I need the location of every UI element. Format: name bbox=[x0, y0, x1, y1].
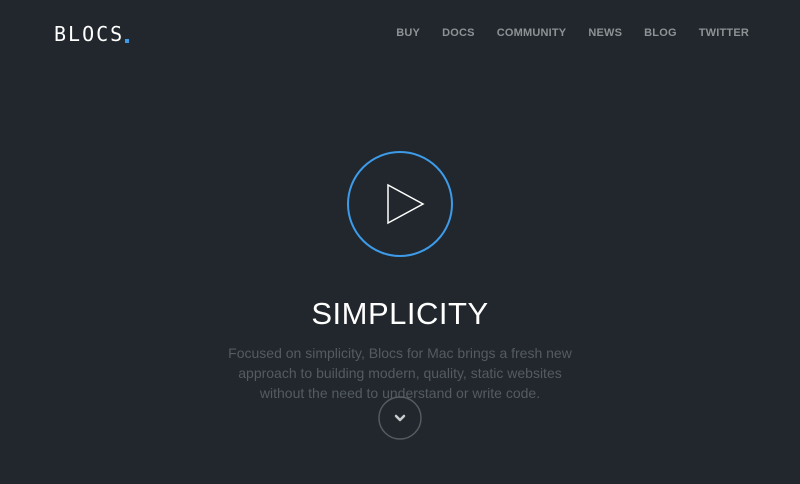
nav-item-blog[interactable]: BLOG bbox=[644, 27, 677, 39]
play-video-button[interactable] bbox=[346, 150, 454, 258]
logo-text: BLOCS bbox=[54, 22, 125, 46]
logo-accent-dot bbox=[125, 39, 130, 43]
nav-item-news[interactable]: NEWS bbox=[588, 27, 622, 39]
nav-item-docs[interactable]: DOCS bbox=[442, 27, 475, 39]
scroll-down-button[interactable] bbox=[378, 396, 422, 440]
hero-description: Focused on simplicity, Blocs for Mac bri… bbox=[228, 345, 572, 401]
nav-item-buy[interactable]: BUY bbox=[396, 27, 420, 39]
nav-item-twitter[interactable]: TWITTER bbox=[699, 27, 749, 39]
play-icon bbox=[347, 151, 453, 257]
nav-item-community[interactable]: COMMUNITY bbox=[497, 27, 567, 39]
main-nav: BUY DOCS COMMUNITY NEWS BLOG TWITTER bbox=[396, 27, 749, 39]
logo[interactable]: BLOCS bbox=[54, 22, 130, 46]
hero-title: SIMPLICITY bbox=[311, 296, 489, 331]
chevron-down-icon bbox=[378, 396, 422, 440]
